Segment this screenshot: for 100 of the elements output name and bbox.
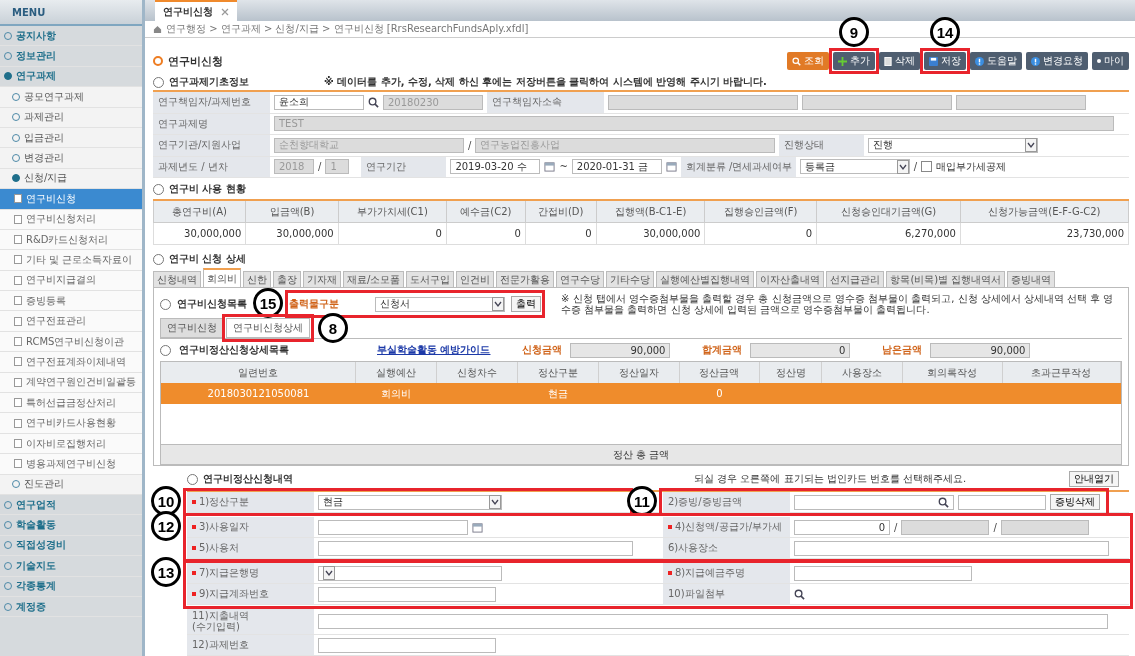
institution-field: 순천향대학교 — [274, 137, 464, 153]
menu-item[interactable]: 연구비신청처리 — [0, 209, 142, 230]
text-field[interactable] — [794, 540, 1109, 556]
add-button[interactable]: 추가 — [833, 52, 875, 70]
required-icon — [668, 571, 672, 575]
text-field[interactable] — [318, 614, 1108, 629]
guide-link[interactable]: 부실학술활동 예방가이드 — [377, 343, 491, 357]
tab[interactable]: 이자산출내역 — [756, 271, 825, 287]
menu-item[interactable]: 연구전표관리 — [0, 311, 142, 332]
menu-item[interactable]: 연구전표계좌이체내역 — [0, 352, 142, 373]
list-title: 연구비정산신청상세목록 — [179, 343, 289, 357]
column-header: 부가가치세(C1) — [338, 200, 447, 223]
tab[interactable]: 신청내역 — [153, 271, 201, 287]
tab[interactable]: 기자재 — [303, 271, 341, 287]
calendar-icon[interactable] — [472, 521, 483, 533]
menu-item[interactable]: 이자비로집행처리 — [0, 433, 142, 455]
delete-button[interactable]: 삭제 — [879, 52, 920, 70]
text-field[interactable] — [318, 540, 633, 556]
tab[interactable]: 회의비 — [203, 268, 241, 287]
sub-tab[interactable]: 연구비신청상세 — [226, 318, 310, 338]
menu-item[interactable]: 특허선급금정산처리 — [0, 393, 142, 414]
caret-icon[interactable] — [489, 495, 501, 509]
tab[interactable]: 도서구입 — [406, 271, 455, 287]
field-label: 12)과제번호 — [187, 635, 314, 655]
term-field: 1 — [325, 159, 350, 175]
sub-tab[interactable]: 연구비신청 — [160, 318, 224, 338]
menu-item[interactable]: 연구비신청 — [0, 189, 142, 210]
end-date-field[interactable]: 2020-01-31 금 — [571, 159, 662, 175]
search-icon[interactable] — [794, 588, 805, 600]
menu-item[interactable]: RCMS연구비신청이관 — [0, 331, 142, 353]
tab[interactable]: 출장 — [273, 271, 301, 287]
text-field[interactable] — [318, 637, 496, 653]
search-field[interactable] — [794, 494, 954, 510]
start-date-field[interactable]: 2019-03-20 수 — [450, 159, 541, 175]
annotation-marker: 9 — [839, 17, 869, 47]
separator: / — [993, 521, 997, 533]
search-icon[interactable] — [938, 496, 949, 508]
required-icon — [668, 525, 672, 529]
calendar-icon[interactable] — [544, 161, 556, 173]
tab[interactable]: 연구수당 — [556, 271, 605, 287]
menu-item[interactable]: 변경관리 — [0, 148, 142, 169]
home-icon[interactable] — [153, 24, 162, 34]
menu-item[interactable]: 입금관리 — [0, 127, 142, 149]
bullet-icon — [4, 72, 12, 81]
menu-item[interactable]: 공모연구과제 — [0, 87, 142, 108]
text-field[interactable] — [318, 586, 496, 602]
menu-item[interactable]: R&D카드신청처리 — [0, 229, 142, 251]
date-field[interactable] — [318, 519, 468, 535]
menu-item[interactable]: 과제관리 — [0, 107, 142, 128]
menu-item[interactable]: 기타 및 근로소득자료이 — [0, 250, 142, 271]
tab[interactable]: 기타수당 — [606, 271, 655, 287]
tab[interactable]: 선지급관리 — [826, 271, 885, 287]
tab[interactable]: 재료/소모품 — [343, 271, 405, 287]
menu-item[interactable]: 신청/지급 — [0, 168, 142, 190]
caret-icon[interactable] — [323, 566, 335, 580]
delete-evidence-button[interactable]: 증빙삭제 — [1050, 494, 1100, 510]
caret-icon[interactable] — [492, 297, 504, 311]
text-field[interactable] — [958, 494, 1046, 510]
tab[interactable]: 신한 — [243, 271, 271, 287]
menu-item[interactable]: 계약연구원인건비일괄등 — [0, 372, 142, 394]
amount-field: 90,000 — [930, 342, 1031, 358]
tab[interactable]: 인건비 — [456, 271, 495, 287]
search-icon[interactable] — [368, 96, 379, 108]
menu-item[interactable]: 연구비지급결의 — [0, 270, 142, 292]
text-field[interactable] — [794, 565, 972, 581]
menu-item[interactable]: 증빙등록 — [0, 291, 142, 312]
field-label: 5)사용처 — [187, 538, 314, 558]
amount-field[interactable]: 0 — [794, 519, 890, 535]
page-tab[interactable]: 연구비신청 — [155, 0, 237, 21]
print-type-dropdown[interactable]: 신청서 — [375, 296, 505, 312]
status-dropdown[interactable]: 진행 — [868, 137, 1039, 153]
caret-icon[interactable] — [1025, 138, 1038, 153]
checkbox[interactable] — [921, 161, 933, 173]
more-button[interactable]: 마이 — [1092, 52, 1129, 70]
menu-item[interactable]: 진도관리 — [0, 474, 142, 495]
help-button[interactable]: 변경요청 — [1026, 52, 1088, 70]
accounting-dropdown[interactable]: 등록금 — [799, 159, 910, 175]
print-button[interactable]: 출력 — [511, 296, 541, 312]
calendar-icon[interactable] — [665, 161, 677, 173]
table-cell: 30,000,000 — [153, 222, 246, 245]
save-button[interactable]: 저장 — [924, 52, 966, 70]
tab[interactable]: 전문가활용 — [496, 271, 555, 287]
close-icon[interactable] — [221, 7, 229, 16]
menu-item[interactable]: 연구비카드사용현황 — [0, 413, 142, 434]
caret-icon[interactable] — [896, 159, 909, 174]
tab[interactable]: 실행예산별집행내역 — [656, 271, 755, 287]
required-icon — [192, 546, 196, 550]
field-label: 11)지출내역 (수기입력) — [187, 609, 314, 634]
guide-button[interactable]: 안내열기 — [1069, 471, 1119, 487]
separator: / — [318, 161, 322, 173]
column-header: 실행예산 — [355, 362, 437, 383]
help-button[interactable]: 도움말 — [970, 52, 1022, 70]
researcher-field[interactable]: 윤소희 — [274, 94, 364, 110]
tab[interactable]: 증빙내역 — [1007, 271, 1056, 287]
dropdown[interactable]: 현금 — [318, 494, 502, 510]
document-icon — [884, 56, 892, 66]
menu-item[interactable]: 병용과제연구비신청 — [0, 454, 142, 475]
tab[interactable]: 항목(비목)별 집행내역서 — [886, 271, 1006, 287]
notice-text: ※ 데이터를 추가, 수정, 삭제 하신 후에는 저장버튼을 클릭하여 시스템에 반영해 주시기 바랍니다. — [324, 75, 767, 89]
column-header: 정산구분 — [517, 362, 599, 383]
